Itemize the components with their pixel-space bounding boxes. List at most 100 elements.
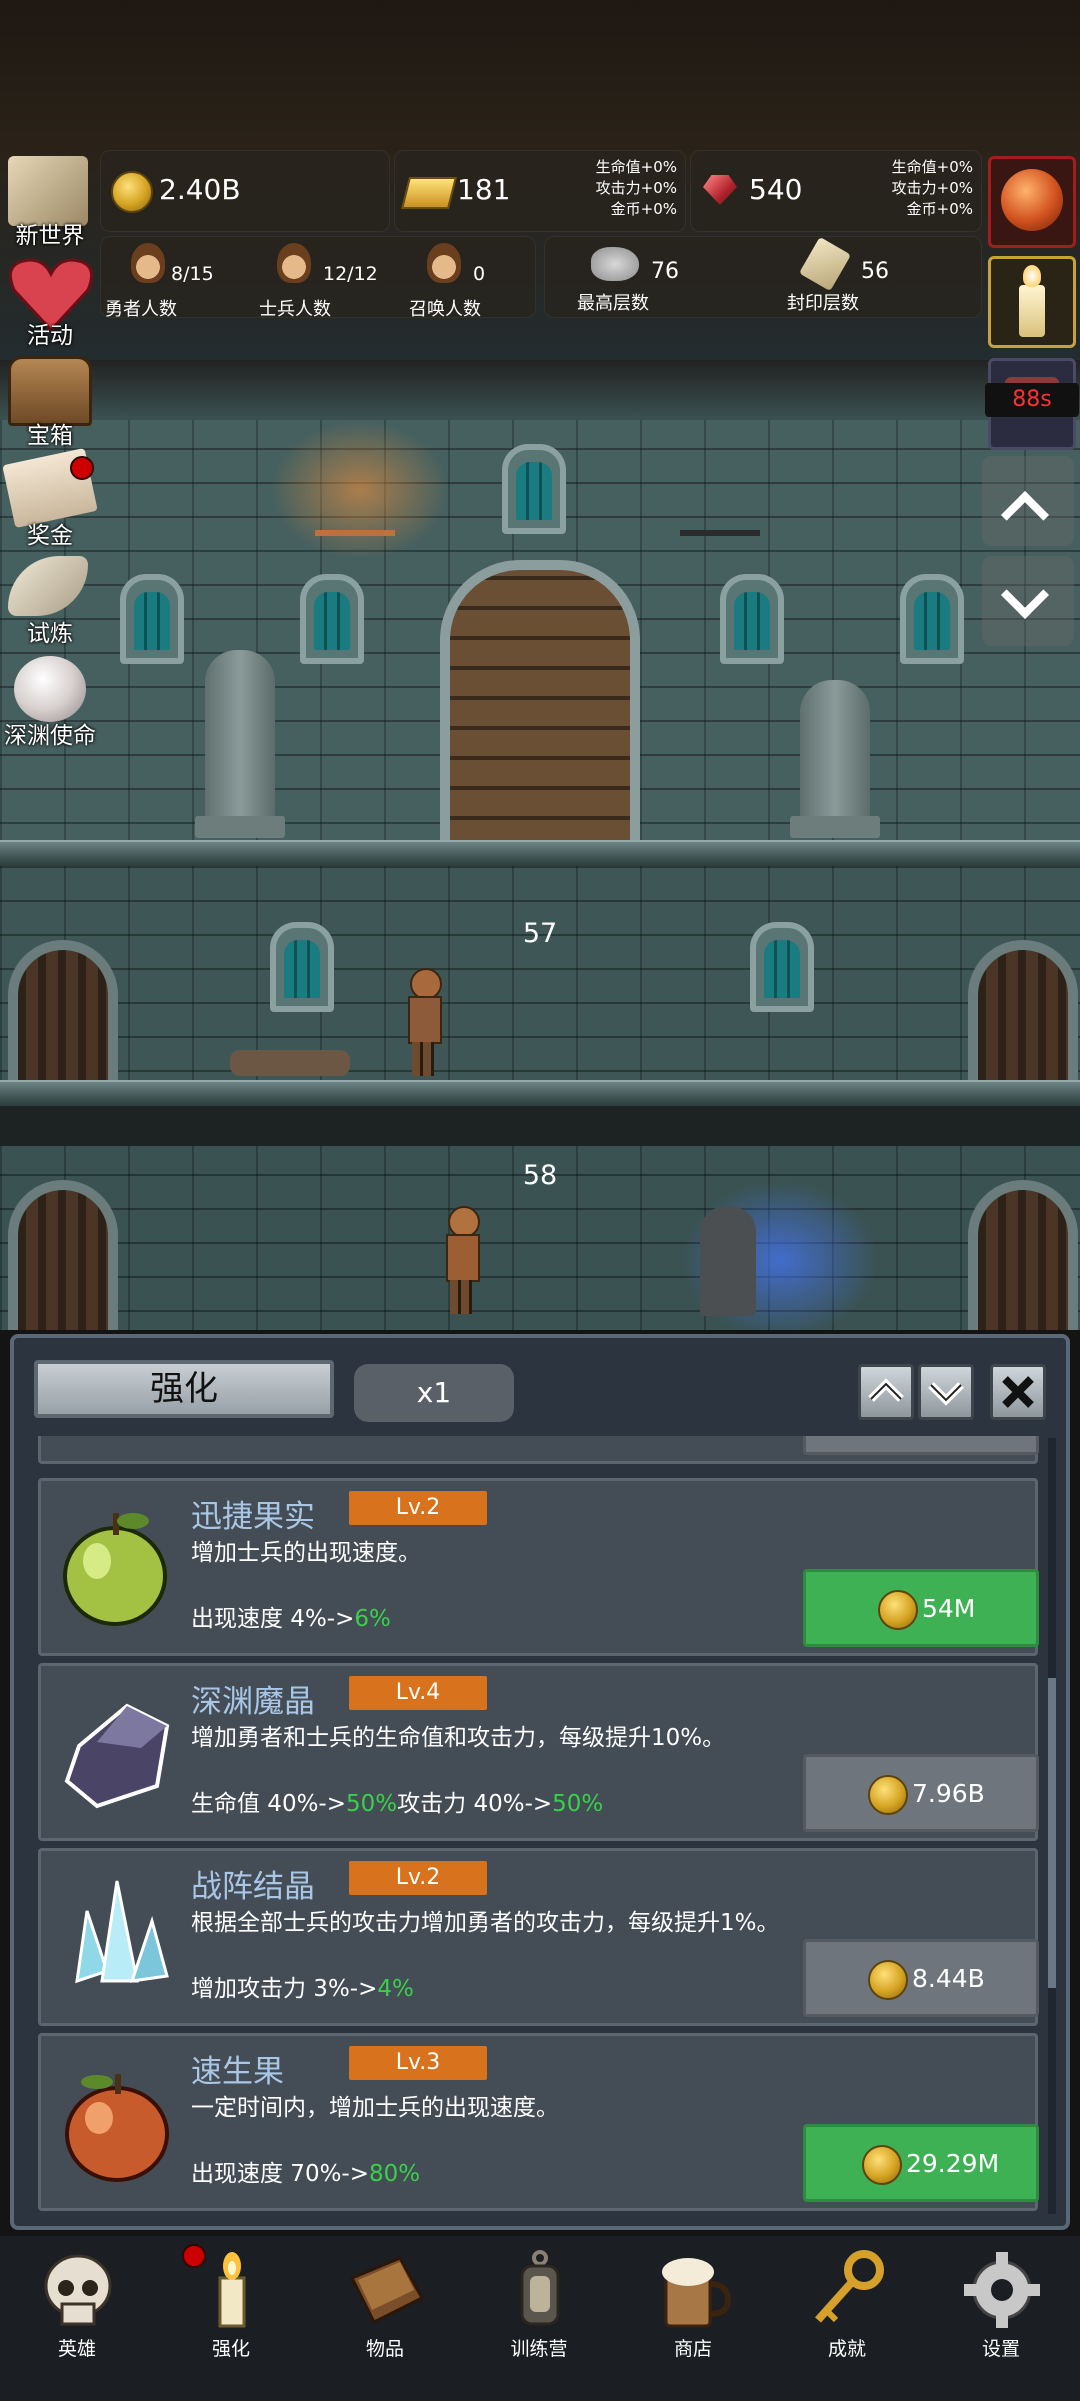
chandelier-icon — [680, 470, 760, 536]
beer-mug-icon — [652, 2248, 736, 2332]
hero-count-label: 勇者人数 — [105, 299, 177, 320]
stone-icon — [591, 247, 639, 281]
unit-count-panel: 8/15 勇者人数 12/12 士兵人数 0 召唤人数 — [100, 236, 536, 320]
green-apple-icon — [57, 1501, 177, 1631]
chevron-up-icon — [868, 1378, 904, 1402]
knight-statue — [195, 650, 285, 838]
item-name: 战阵结晶 — [191, 1869, 315, 1905]
red-gem-icon — [703, 175, 737, 205]
hero-sprite — [444, 1206, 480, 1316]
nav-settings[interactable]: 设置 — [924, 2236, 1078, 2401]
nav-items[interactable]: 物品 — [308, 2236, 462, 2401]
hero-count: 8/15 — [171, 263, 214, 285]
item-desc: 增加勇者和士兵的生命值和攻击力，每级提升10%。 — [191, 1725, 726, 1751]
gold-bar-panel: 181 生命值+0% 攻击力+0% 金币+0% — [394, 150, 686, 232]
ghost-enemy-sprite — [700, 1206, 756, 1316]
chevron-up-icon — [1000, 490, 1050, 540]
upgrade-buy-button[interactable]: 8.44B — [803, 1939, 1039, 2017]
horn-icon — [8, 556, 88, 616]
close-button[interactable] — [990, 1364, 1046, 1420]
scrollbar-thumb[interactable] — [1048, 1678, 1056, 1988]
list-scrollbar[interactable] — [1048, 1438, 1056, 2214]
soldier-count: 12/12 — [323, 263, 378, 285]
fallen-enemy-sprite — [230, 1050, 350, 1076]
side-door — [968, 1180, 1078, 1330]
menu-new-world[interactable]: 新世界 — [0, 156, 100, 249]
red-apple-icon — [1001, 169, 1063, 231]
summon-face-icon — [427, 243, 461, 283]
window — [900, 574, 964, 664]
boost-apple-button[interactable] — [988, 156, 1076, 248]
candle-icon — [1019, 285, 1045, 337]
sealed-floor-value: 56 — [861, 259, 889, 284]
upgrade-buy-button[interactable] — [803, 1436, 1039, 1455]
list-item: 迅捷果实 Lv.2 增加士兵的出现速度。 出现速度 4%->6% 54M — [38, 1478, 1039, 1656]
list-item: 战阵结晶 Lv.2 根据全部士兵的攻击力增加勇者的攻击力，每级提升1%。 增加攻… — [38, 1848, 1039, 2026]
side-door — [8, 940, 118, 1090]
menu-trial[interactable]: 试炼 — [0, 556, 100, 647]
nav-shop[interactable]: 商店 — [616, 2236, 770, 2401]
menu-chest[interactable]: 宝箱 — [0, 356, 100, 449]
item-effect: 增加攻击力 3%->4% — [191, 1976, 414, 2002]
summon-count: 0 — [473, 263, 486, 285]
hero-face-icon — [131, 243, 165, 283]
chandelier-lit-icon — [315, 470, 395, 536]
upgrade-buy-button[interactable]: 7.96B — [803, 1754, 1039, 1832]
nav-hero[interactable]: 英雄 — [0, 2236, 154, 2401]
gear-icon — [960, 2248, 1044, 2332]
scroll-up-button[interactable] — [982, 456, 1074, 546]
red-apple-icon — [57, 2056, 177, 2186]
gold-bar-amount: 181 — [457, 173, 511, 206]
notification-dot — [182, 2244, 206, 2268]
list-item: 深渊魔晶 Lv.4 增加勇者和士兵的生命值和攻击力，每级提升10%。 生命值 4… — [38, 1663, 1039, 1841]
floor-ledge — [0, 840, 1080, 868]
collapse-up-button[interactable] — [858, 1364, 914, 1420]
notification-dot — [70, 456, 94, 480]
upgrade-list[interactable]: 迅捷果实 Lv.2 增加士兵的出现速度。 出现速度 4%->6% 54M 深渊魔… — [38, 1436, 1048, 2216]
window — [750, 922, 814, 1012]
menu-abyss-mission[interactable]: 深渊使命 — [0, 656, 100, 749]
chevron-down-icon — [1000, 570, 1050, 620]
item-desc: 根据全部士兵的攻击力增加勇者的攻击力，每级提升1%。 — [191, 1910, 780, 1936]
menu-event[interactable]: 活动 — [0, 256, 100, 349]
book-icon — [344, 2248, 428, 2332]
chevron-down-icon — [928, 1382, 964, 1406]
level-badge: Lv.4 — [349, 1676, 487, 1710]
gold-coin-icon — [111, 171, 153, 213]
skull-icon — [36, 2248, 120, 2332]
gold-coin-icon — [862, 2145, 902, 2185]
item-desc: 一定时间内，增加士兵的出现速度。 — [191, 2095, 559, 2121]
upgrade-buy-button[interactable]: 29.29M — [803, 2124, 1039, 2202]
multiplier-button[interactable]: x1 — [354, 1364, 514, 1422]
tab-upgrade[interactable]: 强化 — [34, 1360, 334, 1418]
candle-boost-button[interactable] — [988, 256, 1076, 348]
upgrade-buy-button[interactable]: 54M — [803, 1569, 1039, 1647]
upgrade-panel: 强化 x1 迅捷果实 Lv.2 增加士兵的出现速度。 出现速度 4%->6% 5… — [10, 1334, 1070, 2230]
item-name: 速生果 — [191, 2054, 284, 2090]
soldier-count-label: 士兵人数 — [259, 299, 331, 320]
scroll-down-button[interactable] — [982, 556, 1074, 646]
menu-bonus[interactable]: 奖金 — [0, 447, 100, 549]
item-effect: 生命值 40%->50%攻击力 40%->50% — [191, 1791, 604, 1817]
sealed-floor-label: 封印层数 — [787, 293, 859, 314]
window — [270, 922, 334, 1012]
list-item: 速生果 Lv.3 一定时间内，增加士兵的出现速度。 出现速度 70%->80% … — [38, 2033, 1039, 2211]
level-badge: Lv.2 — [349, 1861, 487, 1895]
nav-training-camp[interactable]: 训练营 — [462, 2236, 616, 2401]
timer-buff-button[interactable]: 88s — [985, 358, 1079, 450]
nav-achievement[interactable]: 成就 — [770, 2236, 924, 2401]
main-gate — [440, 560, 640, 850]
side-door — [968, 940, 1078, 1090]
list-item — [38, 1436, 1039, 1464]
nav-upgrade[interactable]: 强化 — [154, 2236, 308, 2401]
summon-count-label: 召唤人数 — [409, 299, 481, 320]
gold-coin-icon — [868, 1960, 908, 2000]
soldier-face-icon — [277, 243, 311, 283]
key-icon — [806, 2248, 890, 2332]
bottom-nav: 英雄 强化 物品 训练营 商店 成就 设置 — [0, 2236, 1080, 2401]
level-badge: Lv.2 — [349, 1491, 487, 1525]
floor-number: 57 — [522, 918, 558, 949]
floor-stats-panel: 76 最高层数 56 封印层数 — [544, 236, 982, 318]
item-name: 深渊魔晶 — [191, 1684, 315, 1720]
collapse-down-button[interactable] — [918, 1364, 974, 1420]
